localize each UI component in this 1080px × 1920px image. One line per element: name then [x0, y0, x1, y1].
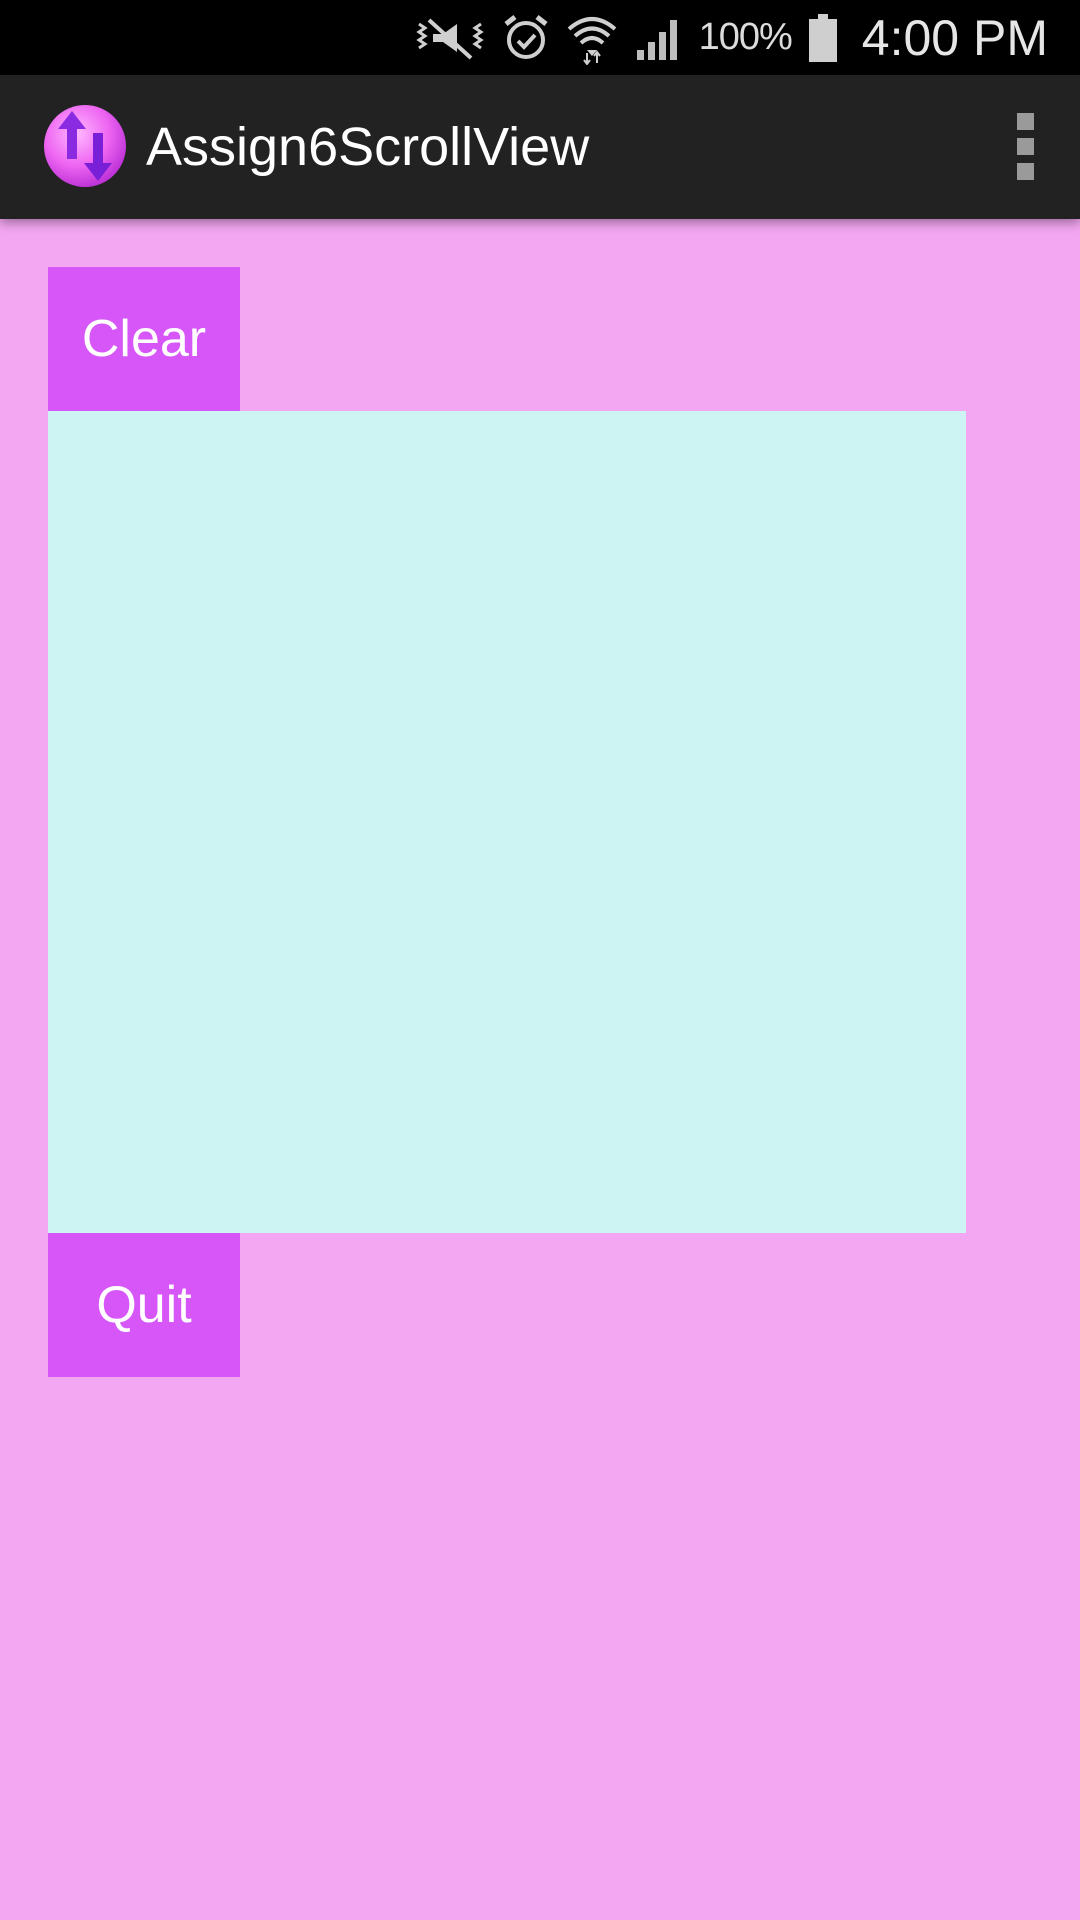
battery-percent: 100%	[698, 16, 793, 58]
quit-button[interactable]: Quit	[48, 1233, 240, 1377]
status-bar: 100% 4:00 PM	[0, 0, 1080, 75]
status-clock: 4:00 PM	[861, 9, 1048, 66]
up-down-arrows-icon[interactable]	[42, 103, 128, 189]
action-bar: Assign6ScrollView	[0, 75, 1080, 219]
status-icons: 100% 4:00 PM	[413, 0, 1048, 75]
wifi-icon	[565, 11, 619, 65]
clear-button[interactable]: Clear	[48, 267, 240, 411]
overflow-menu-icon[interactable]	[1014, 113, 1038, 181]
alarm-icon	[503, 14, 549, 62]
drawing-canvas[interactable]	[48, 411, 966, 1233]
app-title: Assign6ScrollView	[146, 117, 590, 177]
signal-icon	[635, 14, 683, 62]
vibrate-mute-icon	[413, 14, 487, 62]
battery-icon	[808, 13, 838, 63]
